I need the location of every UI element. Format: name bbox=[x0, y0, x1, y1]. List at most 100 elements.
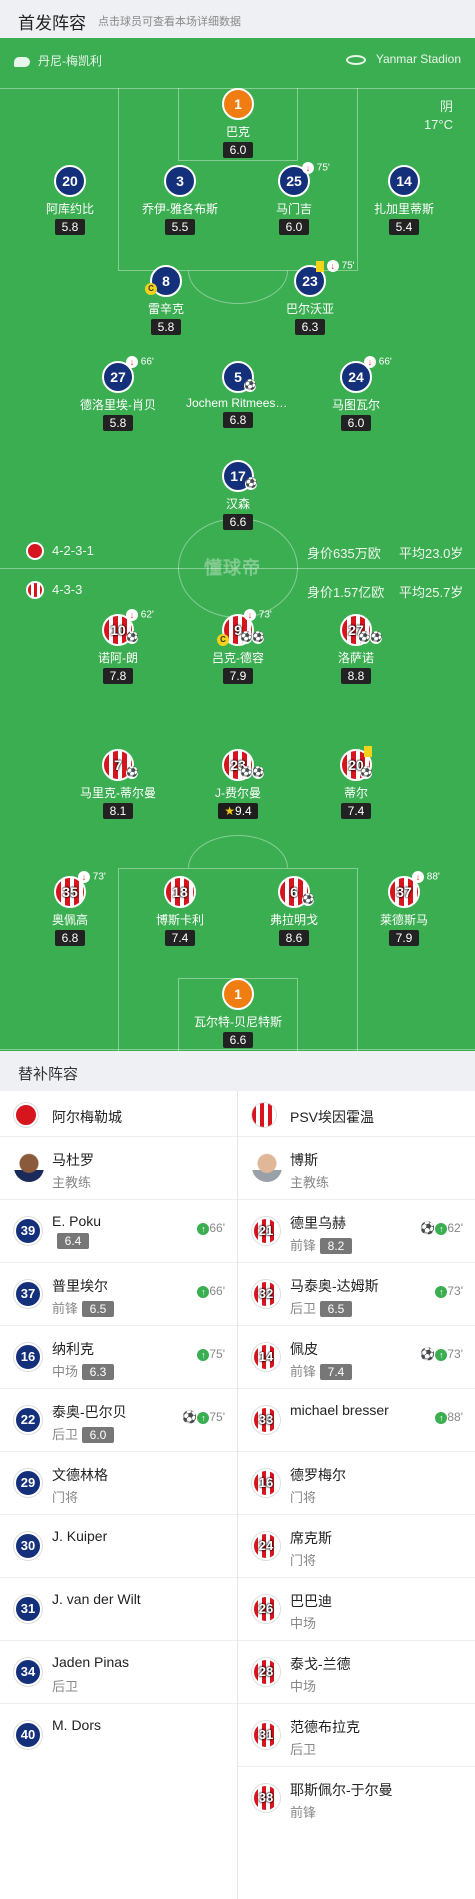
sub-player-row[interactable]: 26 巴巴迪 中场 bbox=[238, 1578, 475, 1641]
assist-event: ⚽ bbox=[126, 632, 138, 644]
sub-off-event: ↓ 66' bbox=[126, 356, 154, 368]
yellow-card-event bbox=[364, 746, 372, 757]
player-name: M. Dors bbox=[52, 1717, 101, 1733]
away-player[interactable]: 35 奥佩高 6.8 bbox=[18, 876, 122, 947]
away-player[interactable]: 27 洛萨诺 8.8 bbox=[304, 614, 408, 685]
sub-player-row[interactable]: 32 马泰奥-达姆斯 后卫 6.5 ↑ 73' bbox=[238, 1263, 475, 1326]
home-player[interactable]: 14 扎加里蒂斯 5.4 bbox=[352, 165, 456, 236]
referee-name: 丹尼-梅凯利 bbox=[38, 54, 102, 68]
sub-in-event: ↑ 66' bbox=[197, 1221, 225, 1235]
player-name: 吕克-德容 bbox=[212, 651, 264, 665]
sub-player-row[interactable]: 37 普里埃尔 前锋 6.5 ↑ 66' bbox=[0, 1263, 237, 1326]
sub-player-row[interactable]: 38 耶斯佩尔-于尔曼 前锋 bbox=[238, 1767, 475, 1830]
player-rating: 6.8 bbox=[223, 412, 253, 428]
home-crest-icon bbox=[26, 542, 44, 560]
home-player[interactable]: 17 汉森 6.6 bbox=[186, 460, 290, 531]
sub-off-event: ↓ 66' bbox=[364, 356, 392, 368]
player-name: 洛萨诺 bbox=[337, 651, 374, 665]
weather: 阴 17°C bbox=[424, 98, 453, 134]
sub-player-row[interactable]: 30 J. Kuiper bbox=[0, 1515, 237, 1578]
away-player[interactable]: 9 吕克-德容 7.9 bbox=[186, 614, 290, 685]
home-player[interactable]: 1 巴克 6.0 bbox=[186, 88, 290, 159]
home-player[interactable]: 23 巴尔沃亚 6.3 bbox=[258, 265, 362, 336]
whistle-icon bbox=[14, 56, 30, 67]
player-name: 文德林格 bbox=[52, 1467, 108, 1483]
sub-out-icon: ↓ bbox=[244, 609, 256, 621]
sub-player-row[interactable]: 16 德罗梅尔 门将 bbox=[238, 1452, 475, 1515]
page-title: 首发阵容 bbox=[18, 14, 86, 33]
ball-icon: ⚽ bbox=[245, 478, 258, 490]
sub-player-row[interactable]: 24 席克斯 门将 bbox=[238, 1515, 475, 1578]
captain-icon: C bbox=[217, 634, 229, 646]
shirt-number: 21 bbox=[252, 1217, 280, 1245]
player-position: 前锋 7.4 bbox=[290, 1361, 353, 1380]
player-name: 巴克 bbox=[225, 125, 250, 139]
home-player[interactable]: 24 马图瓦尔 6.0 bbox=[304, 361, 408, 432]
player-name: 阿库约比 bbox=[45, 202, 94, 216]
away-coach[interactable]: 博斯 主教练 bbox=[238, 1137, 475, 1200]
home-player[interactable]: 3 乔伊-雅各布斯 5.5 bbox=[128, 165, 232, 236]
home-player[interactable]: 25 马门吉 6.0 bbox=[242, 165, 346, 236]
sub-player-row[interactable]: 29 文德林格 门将 bbox=[0, 1452, 237, 1515]
away-player[interactable]: 23 J-费尔曼 ★9.4 bbox=[186, 749, 290, 820]
shirt-number: 28 bbox=[252, 1658, 280, 1686]
player-name: Jochem Ritmeester van de Kamp bbox=[186, 396, 290, 410]
player-rating: 8.6 bbox=[279, 930, 309, 946]
player-name: 佩皮 bbox=[290, 1341, 318, 1357]
sub-player-row[interactable]: 21 德里乌赫 前锋 8.2 ⚽ ↑ 62' bbox=[238, 1200, 475, 1263]
home-coach[interactable]: 马杜罗 主教练 bbox=[0, 1137, 237, 1200]
away-player[interactable]: 1 瓦尔特-贝尼特斯 6.6 bbox=[186, 978, 290, 1049]
away-player[interactable]: 7 马里克-蒂尔曼 8.1 bbox=[66, 749, 170, 820]
sub-player-row[interactable]: 33 michael bresser ↑ 88' bbox=[238, 1389, 475, 1452]
boot-icon: ⚽ bbox=[244, 380, 257, 392]
sub-out-icon: ↓ bbox=[302, 162, 314, 174]
away-player[interactable]: 20 蒂尔 7.4 bbox=[304, 749, 408, 820]
sub-player-row[interactable]: 31 范德布拉克 后卫 bbox=[238, 1704, 475, 1767]
sub-player-row[interactable]: 14 佩皮 前锋 7.4 ⚽ ↑ 73' bbox=[238, 1326, 475, 1389]
sub-player-row[interactable]: 16 纳利克 中场 6.3 ↑ 75' bbox=[0, 1326, 237, 1389]
player-rating: 5.8 bbox=[55, 219, 85, 235]
ball-icon: ⚽ bbox=[252, 632, 265, 644]
venue-name: Yanmar Stadion bbox=[375, 52, 461, 66]
goal-event: ⚽ bbox=[245, 478, 257, 490]
sub-player-row[interactable]: 39 E. Poku 6.4 ↑ 66' bbox=[0, 1200, 237, 1263]
home-player[interactable]: 27 德洛里埃-肖贝 5.8 bbox=[66, 361, 170, 432]
sub-in-icon: ↑ bbox=[435, 1222, 448, 1235]
sub-out-icon: ↓ bbox=[78, 871, 90, 883]
sub-in-event: ↑ 73' bbox=[435, 1284, 463, 1298]
sub-in-event: ↑ 66' bbox=[197, 1284, 225, 1298]
away-crest-icon bbox=[26, 581, 44, 599]
sub-player-row[interactable]: 40 M. Dors bbox=[0, 1704, 237, 1767]
event-minute: 73' bbox=[258, 609, 272, 621]
home-player[interactable]: 20 阿库约比 5.8 bbox=[18, 165, 122, 236]
away-player[interactable]: 10 诺阿-朗 7.8 bbox=[66, 614, 170, 685]
captain-icon: C bbox=[145, 283, 157, 295]
sub-player-row[interactable]: 31 J. van der Wilt bbox=[0, 1578, 237, 1641]
player-name: 莱德斯马 bbox=[379, 913, 428, 927]
coach-role: 主教练 bbox=[52, 1175, 92, 1190]
home-subs-column: 阿尔梅勒城 马杜罗 主教练 39 E. Poku 6.4 ↑ 66' 37 普里埃… bbox=[0, 1091, 237, 1767]
home-player[interactable]: 8 雷辛克 5.8 bbox=[114, 265, 218, 336]
sub-out-icon: ↓ bbox=[326, 260, 339, 272]
event-minute: 66' bbox=[378, 356, 392, 368]
sub-player-row[interactable]: 22 泰奥-巴尔贝 后卫 6.0 ⚽ ↑ 75' bbox=[0, 1389, 237, 1452]
away-player[interactable]: 18 博斯卡利 7.4 bbox=[128, 876, 232, 947]
home-team-header: 阿尔梅勒城 bbox=[0, 1091, 237, 1137]
shirt-number: 24 bbox=[252, 1532, 280, 1560]
player-rating: 6.0 bbox=[279, 219, 309, 235]
sub-player-row[interactable]: 34 Jaden Pinas 后卫 bbox=[0, 1641, 237, 1704]
away-player[interactable]: 37 莱德斯马 7.9 bbox=[352, 876, 456, 947]
player-name: 汉森 bbox=[225, 497, 250, 511]
player-rating: 6.4 bbox=[57, 1233, 89, 1249]
home-player[interactable]: 5 Jochem Ritmeester van de Kamp 6.8 bbox=[186, 361, 290, 429]
shirt-number: 30 bbox=[14, 1532, 42, 1560]
sub-out-icon: ↓ bbox=[364, 356, 376, 368]
player-rating: 8.2 bbox=[320, 1238, 353, 1254]
sub-player-row[interactable]: 28 泰戈-兰德 中场 bbox=[238, 1641, 475, 1704]
player-name: 德罗梅尔 bbox=[290, 1467, 346, 1483]
player-name: 泰戈-兰德 bbox=[290, 1656, 351, 1672]
away-player[interactable]: 6 弗拉明戈 8.6 bbox=[242, 876, 346, 947]
yellow-card-icon bbox=[316, 260, 324, 272]
shirt-number: 14 bbox=[252, 1343, 280, 1371]
sub-in-icon: ↑ bbox=[435, 1411, 448, 1424]
